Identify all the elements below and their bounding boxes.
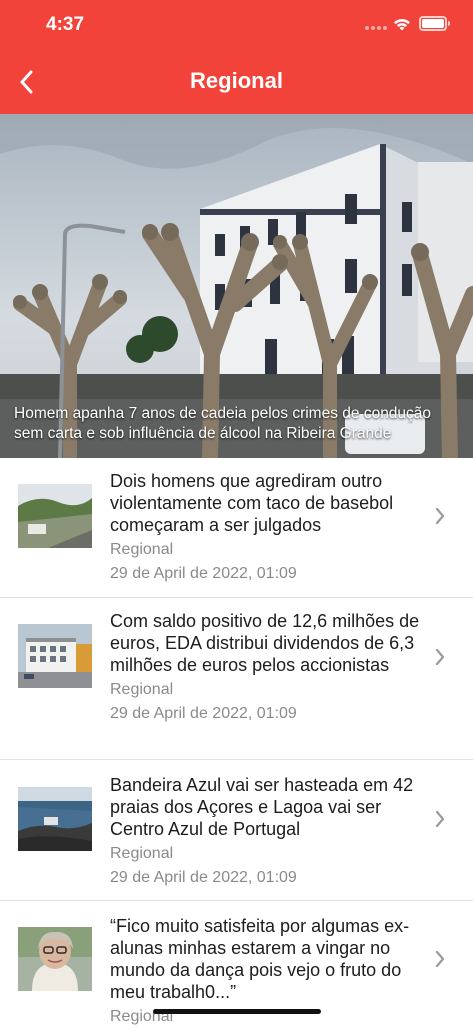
article-title: Bandeira Azul vai ser hasteada em 42 pra…: [110, 775, 414, 839]
battery-icon: [419, 16, 450, 31]
article-date: 29 de April de 2022, 01:09: [110, 869, 297, 886]
page-title: Regional: [190, 68, 283, 93]
article-title: Dois homens que agrediram outro violenta…: [110, 471, 394, 535]
wifi-icon: [394, 19, 410, 31]
featured-article-title: Homem apanha 7 anos de cadeia pelos crim…: [0, 364, 473, 458]
article-category: Regional: [110, 845, 174, 862]
article-item[interactable]: Dois homens que agrediram outro violenta…: [0, 458, 473, 598]
chevron-right-icon: [435, 648, 445, 666]
article-thumbnail: [18, 787, 92, 851]
chevron-right-icon: [435, 810, 445, 828]
chevron-right-icon: [435, 507, 445, 525]
cellular-signal-icon: [365, 26, 387, 32]
article-title: Com saldo positivo de 12,6 milhões de eu…: [110, 611, 420, 675]
featured-article[interactable]: Homem apanha 7 anos de cadeia pelos crim…: [0, 114, 473, 458]
article-title: “Fico muito satisfeita por algumas ex-al…: [110, 916, 410, 1002]
status-time: 4:37: [46, 14, 85, 35]
article-date: 29 de April de 2022, 01:09: [110, 565, 297, 582]
article-thumbnail: [18, 484, 92, 548]
status-bar: 4:37: [0, 0, 473, 50]
article-item[interactable]: Com saldo positivo de 12,6 milhões de eu…: [0, 598, 473, 760]
article-thumbnail: [18, 927, 92, 991]
home-indicator[interactable]: [153, 1009, 321, 1014]
article-list: Dois homens que agrediram outro violenta…: [0, 458, 473, 1031]
article-item[interactable]: Bandeira Azul vai ser hasteada em 42 pra…: [0, 760, 473, 901]
app-header: 4:37 Regional: [0, 0, 473, 114]
chevron-right-icon: [435, 950, 445, 968]
article-category: Regional: [110, 681, 174, 698]
article-thumbnail: [18, 624, 92, 688]
article-category: Regional: [110, 541, 174, 558]
article-date: 29 de April de 2022, 01:09: [110, 705, 297, 722]
